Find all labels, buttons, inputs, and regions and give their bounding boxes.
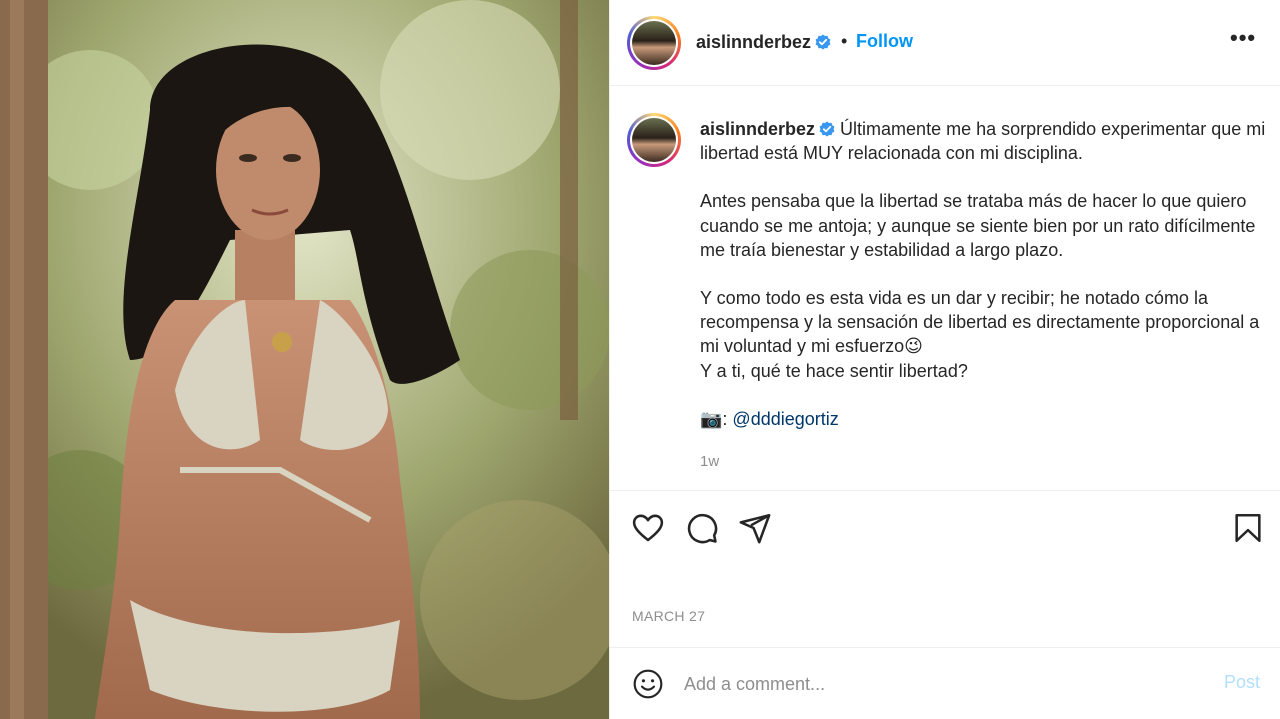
caption-author-avatar[interactable] bbox=[627, 113, 681, 167]
author-username-text[interactable]: aislinnderbez bbox=[696, 32, 811, 52]
verified-badge-icon bbox=[815, 34, 831, 50]
bookmark-icon[interactable] bbox=[1231, 511, 1265, 545]
photographer-mention-link[interactable]: @dddiegortiz bbox=[732, 409, 838, 429]
post-date: MARCH 27 bbox=[632, 608, 706, 624]
caption-question: Y a ti, qué te hace sentir libertad? bbox=[700, 360, 968, 381]
caption-time-ago[interactable]: 1w bbox=[700, 453, 719, 470]
follow-button[interactable]: Follow bbox=[856, 31, 913, 52]
caption-paragraph-2: Antes pensaba que la libertad se trataba… bbox=[700, 191, 1256, 260]
caption-username[interactable]: aislinnderbez bbox=[700, 119, 815, 139]
photo-illustration bbox=[0, 0, 609, 719]
author-avatar[interactable] bbox=[627, 16, 681, 70]
caption-text: aislinnderbez Últimamente me ha sorprend… bbox=[700, 117, 1270, 431]
emoji-icon[interactable] bbox=[632, 668, 664, 700]
caption-paragraph-3: Y como todo es esta vida es un dar y rec… bbox=[700, 288, 1260, 357]
share-icon[interactable] bbox=[738, 511, 772, 545]
camera-credit-prefix: 📷: bbox=[700, 408, 733, 429]
author-username[interactable]: aislinnderbez bbox=[696, 32, 831, 53]
heart-icon[interactable] bbox=[631, 511, 665, 545]
post-detail-panel: aislinnderbez • Follow ••• aislinnderbez… bbox=[609, 0, 1280, 719]
comment-bar: Post bbox=[610, 647, 1280, 719]
header-separator: • bbox=[841, 31, 848, 51]
add-comment-input[interactable] bbox=[684, 668, 1204, 700]
comment-icon[interactable] bbox=[685, 511, 719, 545]
post-caption: aislinnderbez Últimamente me ha sorprend… bbox=[610, 87, 1280, 490]
post-actions bbox=[610, 490, 1280, 560]
verified-badge-icon bbox=[819, 121, 835, 137]
post-header: aislinnderbez • Follow ••• bbox=[610, 0, 1280, 86]
post-comment-button[interactable]: Post bbox=[1224, 672, 1260, 693]
post-photo[interactable] bbox=[0, 0, 609, 719]
more-options-icon[interactable]: ••• bbox=[1230, 27, 1260, 54]
